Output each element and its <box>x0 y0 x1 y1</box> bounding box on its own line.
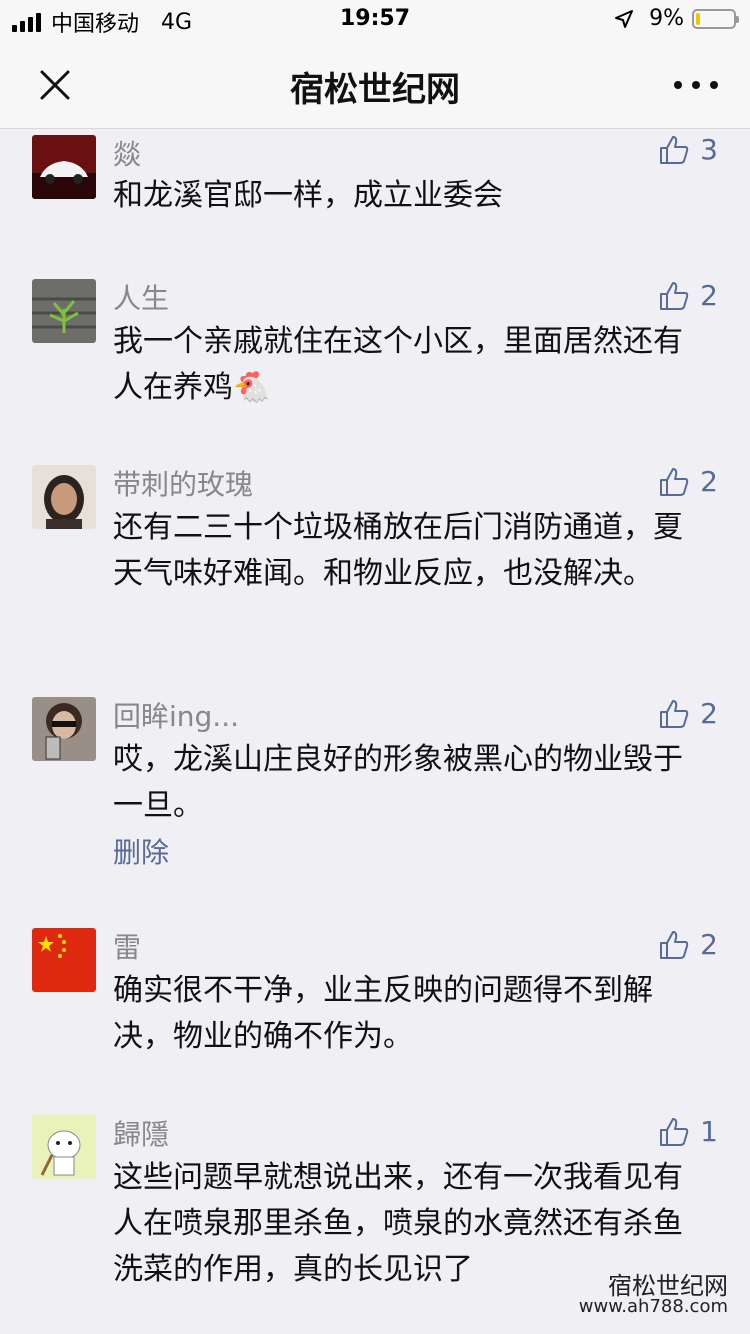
delete-comment-link[interactable]: 删除 <box>113 831 169 871</box>
battery-percent: 9% <box>649 6 684 31</box>
like-button[interactable]: 2 <box>658 697 718 730</box>
comment-text: 还有二三十个垃圾桶放在后门消防通道，夏天气味好难闻。和物业反应，也没解决。 <box>113 510 683 591</box>
location-arrow-icon <box>615 9 634 28</box>
status-bar: 中国移动 4G 19:57 9% <box>0 0 750 40</box>
thumbs-up-icon <box>660 1117 689 1146</box>
page-title: 宿松世纪网 <box>290 70 460 110</box>
thumbs-up-icon <box>660 699 689 728</box>
status-right: 9% <box>613 6 739 31</box>
thumbs-up-icon <box>660 281 689 310</box>
avatar[interactable] <box>32 1115 96 1179</box>
thumbs-up-icon <box>660 135 689 164</box>
like-count: 2 <box>700 928 718 961</box>
commenter-name: 人生 <box>113 282 170 315</box>
avatar[interactable] <box>32 279 96 343</box>
avatar[interactable] <box>32 465 96 529</box>
commenter-name: 歸隱 <box>113 1118 170 1151</box>
comment-text: 我一个亲戚就住在这个小区，里面居然还有人在养鸡🐔 <box>113 324 683 405</box>
commenter-name: 雷 <box>113 931 142 964</box>
thumbs-up-icon <box>660 930 689 959</box>
battery-icon <box>692 8 739 29</box>
like-button[interactable]: 1 <box>658 1115 718 1148</box>
comment-text: 和龙溪官邸一样，成立业委会 <box>113 178 503 213</box>
avatar[interactable] <box>32 135 96 199</box>
commenter-name: 带刺的玫瑰 <box>113 468 254 501</box>
commenter-name: 燚 <box>113 138 142 171</box>
like-count: 2 <box>700 697 718 730</box>
nav-bar: 宿松世纪网 <box>0 40 750 129</box>
like-count: 3 <box>700 133 718 166</box>
like-button[interactable]: 2 <box>658 928 718 961</box>
avatar[interactable] <box>32 697 96 761</box>
thumbs-up-icon <box>660 467 689 496</box>
like-count: 2 <box>700 279 718 312</box>
like-button[interactable]: 2 <box>658 465 718 498</box>
comment-text: 哎，龙溪山庄良好的形象被黑心的物业毁于一旦。 <box>113 742 683 823</box>
like-count: 1 <box>700 1115 718 1148</box>
avatar[interactable] <box>32 928 96 992</box>
site-watermark: 宿松世纪网 www.ah788.com <box>506 1266 736 1326</box>
comment-text: 确实很不干净，业主反映的问题得不到解决，物业的确不作为。 <box>113 973 653 1054</box>
like-button[interactable]: 3 <box>658 133 718 166</box>
commenter-name: 回眸ing... <box>113 700 240 733</box>
like-count: 2 <box>700 465 718 498</box>
watermark-url: www.ah788.com <box>578 1296 728 1317</box>
like-button[interactable]: 2 <box>658 279 718 312</box>
more-options-icon[interactable] <box>668 60 724 110</box>
